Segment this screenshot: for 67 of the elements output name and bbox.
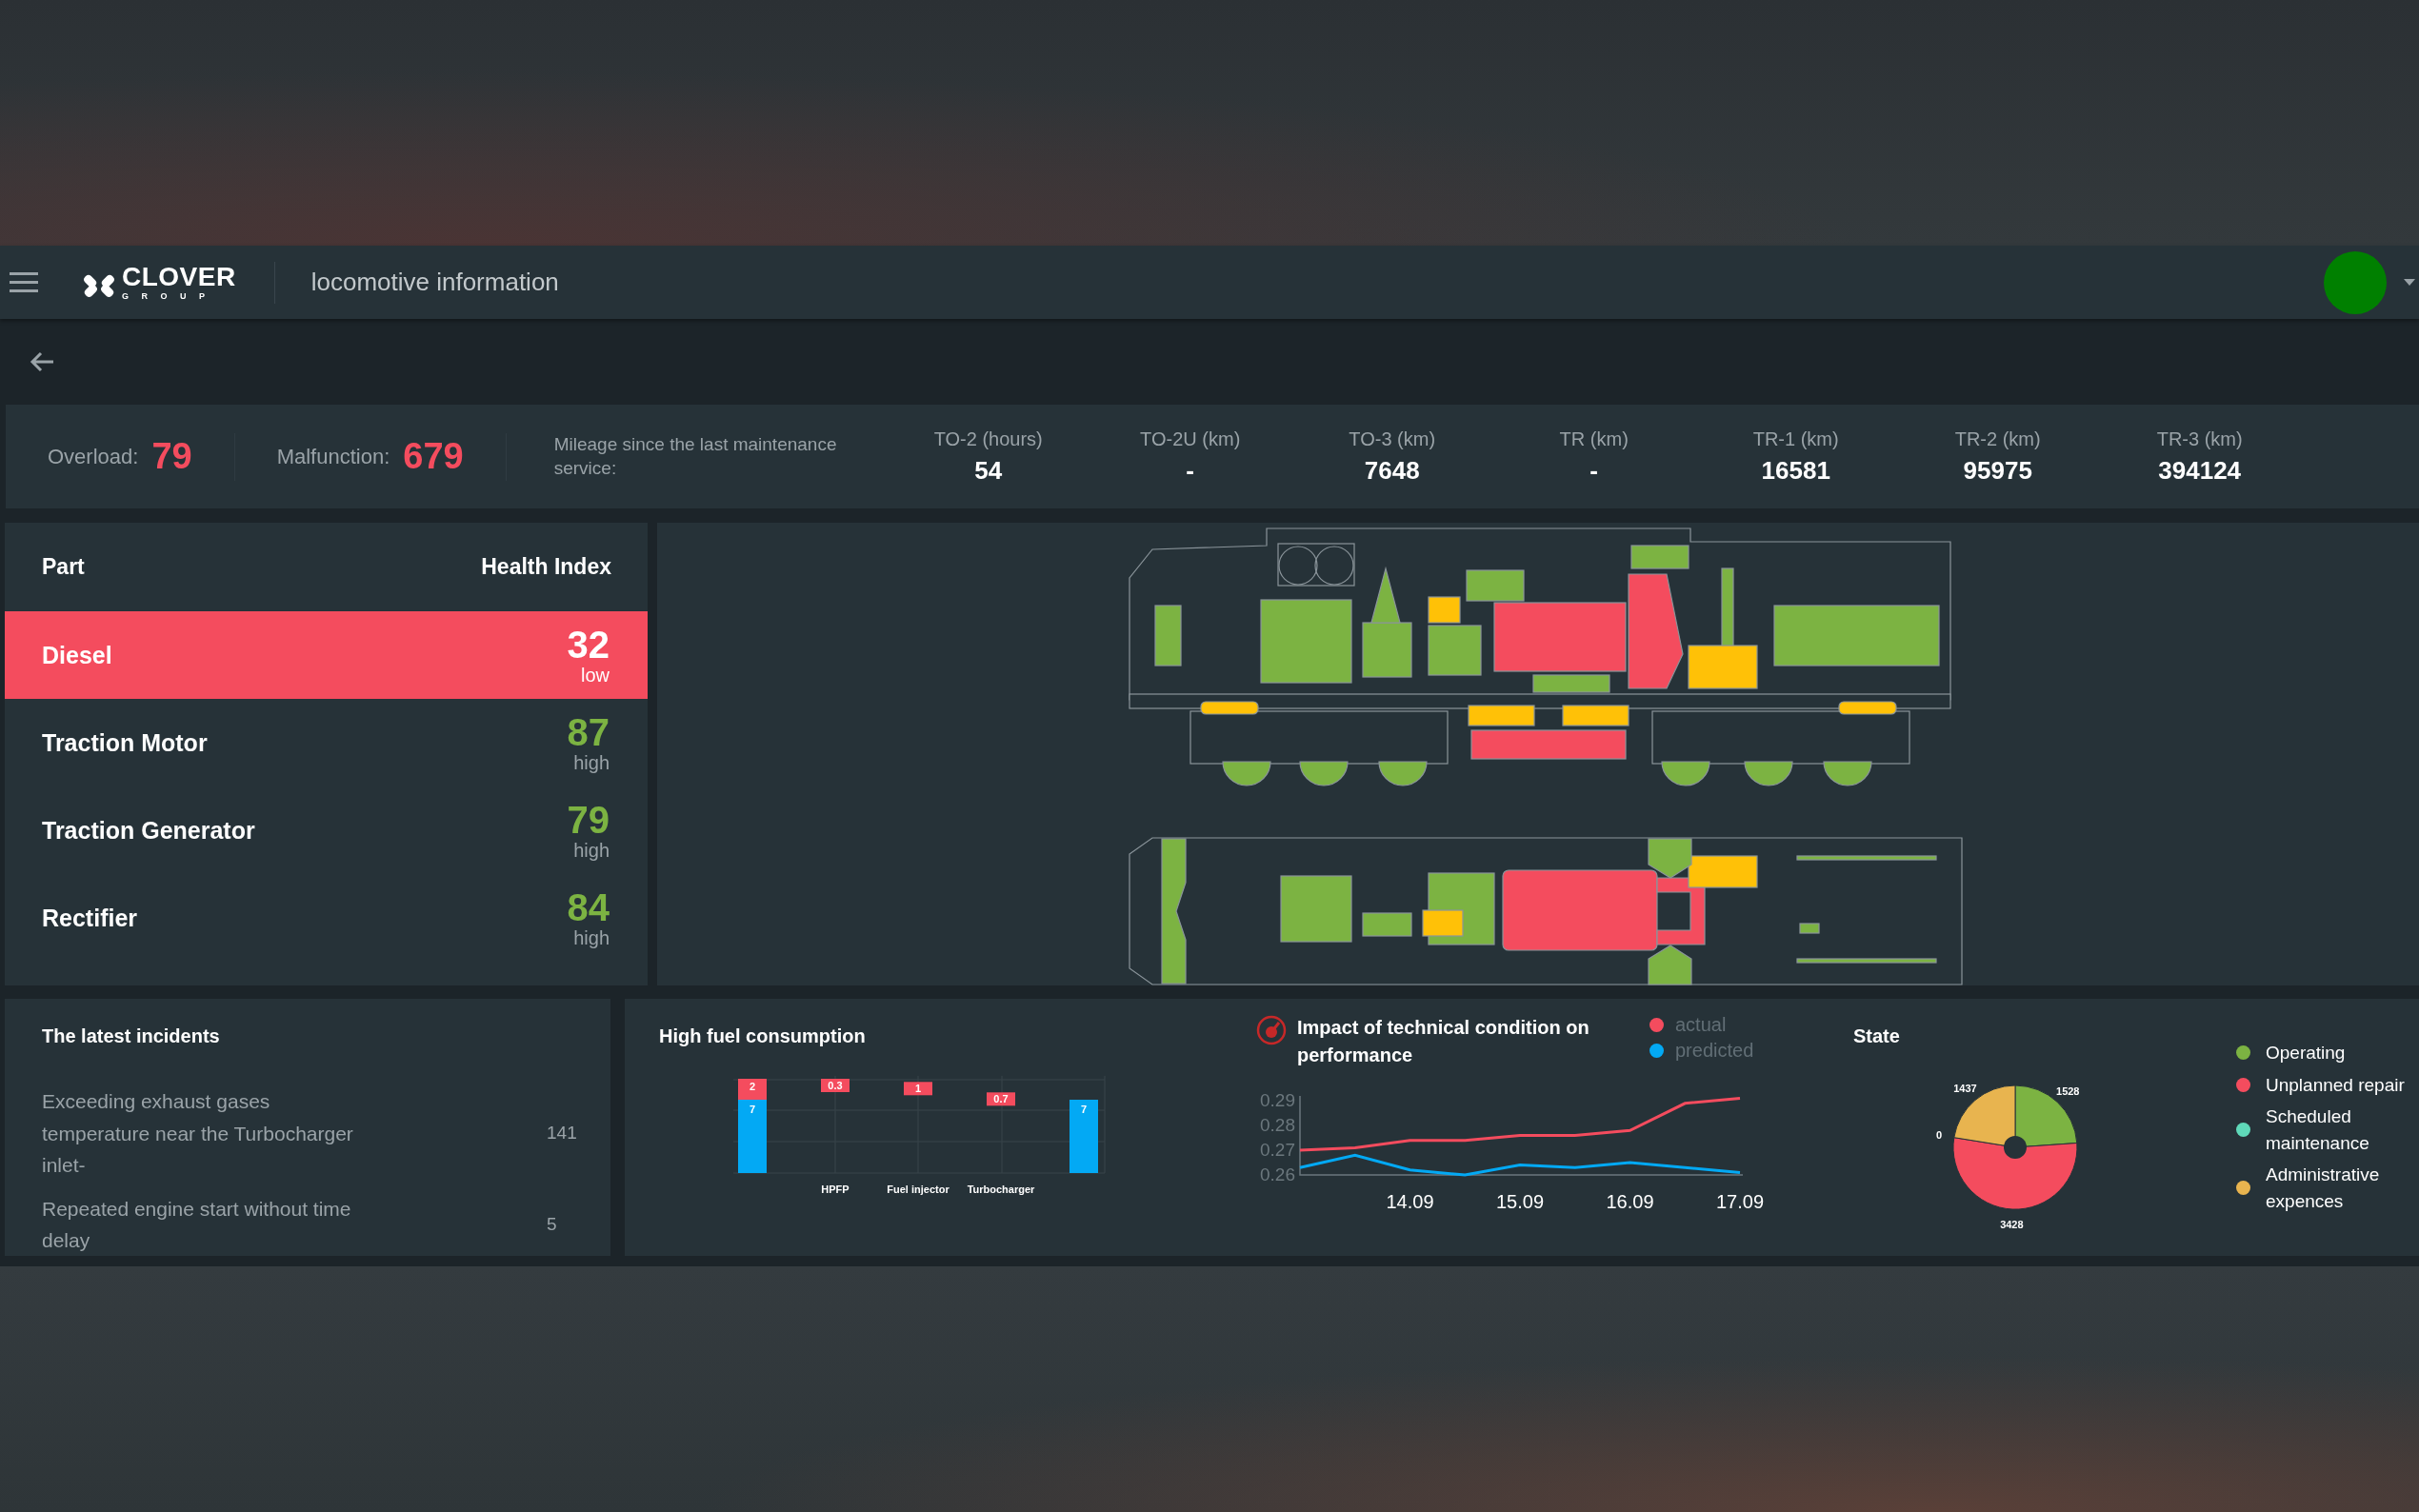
- mileage-value: 7648: [1364, 455, 1420, 486]
- bar-value: 0.7: [993, 1093, 1009, 1105]
- bar-value: 1: [914, 1083, 922, 1095]
- legend-label: Unplanned repair: [2266, 1073, 2406, 1097]
- incident-count: 5: [547, 1214, 557, 1236]
- logo-wordmark: CLOVER: [122, 264, 236, 290]
- mileage-type: TR (km): [1559, 428, 1629, 450]
- tick-label: 0.27: [1260, 1140, 1295, 1161]
- caret-icon[interactable]: [2404, 278, 2415, 287]
- mileage-type: TR-1 (km): [1752, 428, 1839, 450]
- column-header: Part: [42, 554, 85, 580]
- menu-icon[interactable]: [10, 271, 38, 293]
- mileage-type: TR-3 (km): [2156, 428, 2243, 450]
- gauge-icon: [1255, 1014, 1288, 1046]
- logo-subtitle: GROUP: [122, 292, 219, 301]
- incident-count: 141: [547, 1123, 577, 1144]
- chart-title: Impact of technical condition on performance: [1297, 1016, 1590, 1067]
- mileage-value: -: [1589, 455, 1599, 486]
- mileage-value: 54: [974, 455, 1003, 486]
- slice-value: 1528: [2056, 1084, 2080, 1097]
- tick-label: 15.09: [1495, 1191, 1545, 1212]
- incident-text: Repeated engine start without time delay: [42, 1196, 352, 1254]
- tick-label: 14.09: [1386, 1191, 1434, 1212]
- legend-label: Scheduled maintenance: [2266, 1105, 2370, 1155]
- mileage-value: -: [1186, 455, 1195, 486]
- mileage-value: 16581: [1761, 455, 1830, 486]
- stat-value: 679: [403, 436, 464, 477]
- part-row[interactable]: Rectifier 84 high: [5, 874, 648, 962]
- tick-label: 17.09: [1715, 1191, 1765, 1212]
- back-arrow-icon[interactable]: [29, 350, 55, 373]
- legend-label: actual: [1675, 1014, 1727, 1036]
- mileage-value: 95975: [1963, 455, 2032, 486]
- bar-value: 7: [749, 1104, 756, 1115]
- slice-value: 1437: [1953, 1083, 1977, 1095]
- legend-label: Administrative expences: [2266, 1164, 2381, 1213]
- mileage-type: TO-3 (km): [1349, 428, 1436, 450]
- chart-title: State: [1853, 1025, 1901, 1047]
- tick-label: 0.28: [1260, 1115, 1295, 1136]
- legend-label: Operating: [2266, 1042, 2347, 1064]
- incident-text: Exceeding exhaust gases temperature near the Turbocharger inlet-: [42, 1089, 354, 1179]
- panel-title: The latest incidents: [42, 1025, 221, 1047]
- part-row[interactable]: Traction Generator 79 high: [5, 786, 648, 874]
- mileage-type: TO-2U (km): [1140, 428, 1241, 450]
- mileage-type: TO-2 (hours): [933, 428, 1043, 450]
- column-header: Health Index: [481, 554, 611, 580]
- page-title: locomotive information: [310, 268, 560, 297]
- mileage-type: TR-2 (km): [1954, 428, 2041, 450]
- stat-label: Malfunction:: [276, 444, 390, 469]
- bar-value: 0.3: [828, 1080, 843, 1091]
- slice-value: 3428: [2000, 1218, 2024, 1230]
- part-row[interactable]: Traction Motor 87 high: [5, 699, 648, 786]
- axis-label: Fuel injector: [887, 1184, 950, 1195]
- tick-label: 0.29: [1260, 1090, 1295, 1111]
- center-hole: [2004, 1136, 2027, 1159]
- stat-value: 79: [151, 436, 192, 477]
- bar-value: 7: [1080, 1104, 1088, 1115]
- tick-label: 16.09: [1606, 1191, 1654, 1212]
- mileage-label: Mileage since the last maintenance service:: [553, 432, 838, 480]
- mileage-value: 394124: [2158, 455, 2242, 486]
- slice-value: 0: [1935, 1129, 1943, 1142]
- axis-label: HPFP: [821, 1184, 850, 1195]
- bar-value: 2: [749, 1081, 756, 1092]
- tick-label: 0.26: [1260, 1164, 1295, 1184]
- chart-title: High fuel consumption: [659, 1025, 867, 1047]
- stat-label: Overload:: [48, 444, 139, 469]
- axis-label: Turbocharger: [967, 1184, 1035, 1195]
- legend-label: predicted: [1675, 1040, 1754, 1062]
